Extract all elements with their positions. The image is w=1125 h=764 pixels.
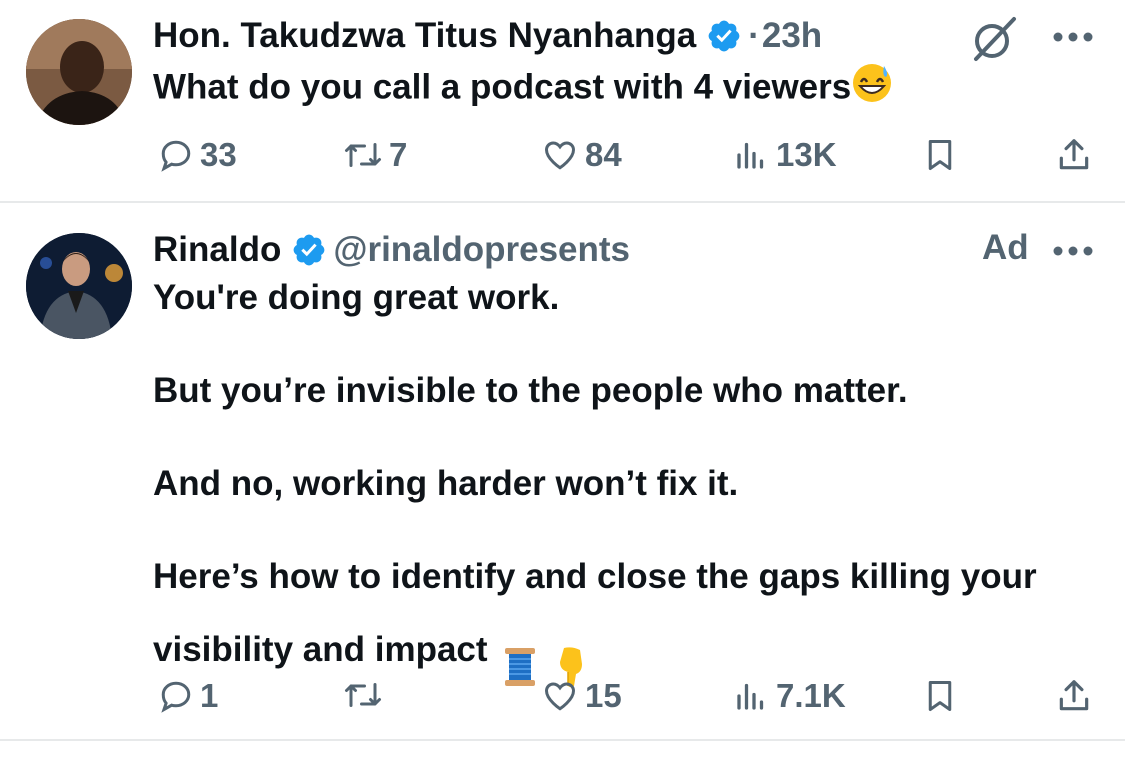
like-button[interactable]: 84 xyxy=(541,136,622,174)
verified-badge-icon xyxy=(706,18,742,54)
share-icon xyxy=(1059,139,1089,170)
like-button[interactable]: 15 xyxy=(541,677,622,715)
text-line: visibility and impact xyxy=(153,630,488,669)
like-count: 15 xyxy=(585,677,622,714)
text-line: And no, working harder won’t fix it. xyxy=(153,464,739,503)
views-button[interactable]: 7.1K xyxy=(732,677,846,715)
avatar[interactable] xyxy=(26,233,132,339)
reply-count: 33 xyxy=(200,136,237,173)
thread-spool-emoji-icon xyxy=(502,600,538,700)
reply-button[interactable]: 1 xyxy=(158,677,218,715)
like-count: 84 xyxy=(585,136,622,173)
share-icon xyxy=(1059,680,1089,711)
text-line: Here’s how to identify and close the gap… xyxy=(153,557,1037,596)
bookmark-button[interactable] xyxy=(922,136,958,174)
views-icon xyxy=(737,142,764,169)
tweet-header: Rinaldo @rinaldopresents xyxy=(153,230,630,270)
more-icon[interactable] xyxy=(1052,31,1094,43)
bookmark-icon xyxy=(928,681,952,711)
repost-button[interactable]: 7 xyxy=(343,136,407,174)
more-icon[interactable] xyxy=(1052,245,1094,257)
tweet-2-ad[interactable]: Rinaldo @rinaldopresents Ad You're doing… xyxy=(0,203,1125,740)
reply-icon xyxy=(161,140,191,172)
repost-icon xyxy=(345,143,381,167)
reply-button[interactable]: 33 xyxy=(158,136,237,174)
verified-badge-icon xyxy=(291,232,327,268)
heart-icon xyxy=(544,682,576,711)
views-count: 13K xyxy=(776,136,837,173)
repost-icon xyxy=(345,683,381,707)
repost-count: 7 xyxy=(389,136,408,173)
reply-count: 1 xyxy=(200,677,219,714)
grok-icon[interactable] xyxy=(970,15,1018,63)
heart-icon xyxy=(544,141,576,170)
tweet-text: What do you call a podcast with 4 viewer… xyxy=(153,62,893,116)
share-button[interactable] xyxy=(1055,136,1093,174)
share-button[interactable] xyxy=(1055,677,1093,715)
bookmark-button[interactable] xyxy=(922,677,958,715)
text-line: You're doing great work. xyxy=(153,278,560,317)
avatar[interactable] xyxy=(26,19,132,125)
views-icon xyxy=(737,683,764,710)
text-line: But you’re invisible to the people who m… xyxy=(153,371,908,410)
tweet-1[interactable]: Hon. Takudzwa Titus Nyanhanga · 23h What… xyxy=(0,0,1125,202)
timestamp[interactable]: 23h xyxy=(762,16,822,56)
views-button[interactable]: 13K xyxy=(732,136,837,174)
ad-label: Ad xyxy=(982,228,1029,267)
repost-button[interactable] xyxy=(343,677,389,713)
tweet-header: Hon. Takudzwa Titus Nyanhanga · 23h xyxy=(153,16,822,56)
tweet-divider xyxy=(0,739,1125,741)
author-name[interactable]: Hon. Takudzwa Titus Nyanhanga xyxy=(153,16,696,56)
grinning-sweat-emoji-icon xyxy=(851,62,893,116)
author-handle[interactable]: @rinaldopresents xyxy=(333,230,630,270)
views-count: 7.1K xyxy=(776,677,846,714)
author-name[interactable]: Rinaldo xyxy=(153,230,281,270)
separator-dot: · xyxy=(748,16,760,55)
reply-icon xyxy=(161,681,191,713)
bookmark-icon xyxy=(928,140,952,170)
